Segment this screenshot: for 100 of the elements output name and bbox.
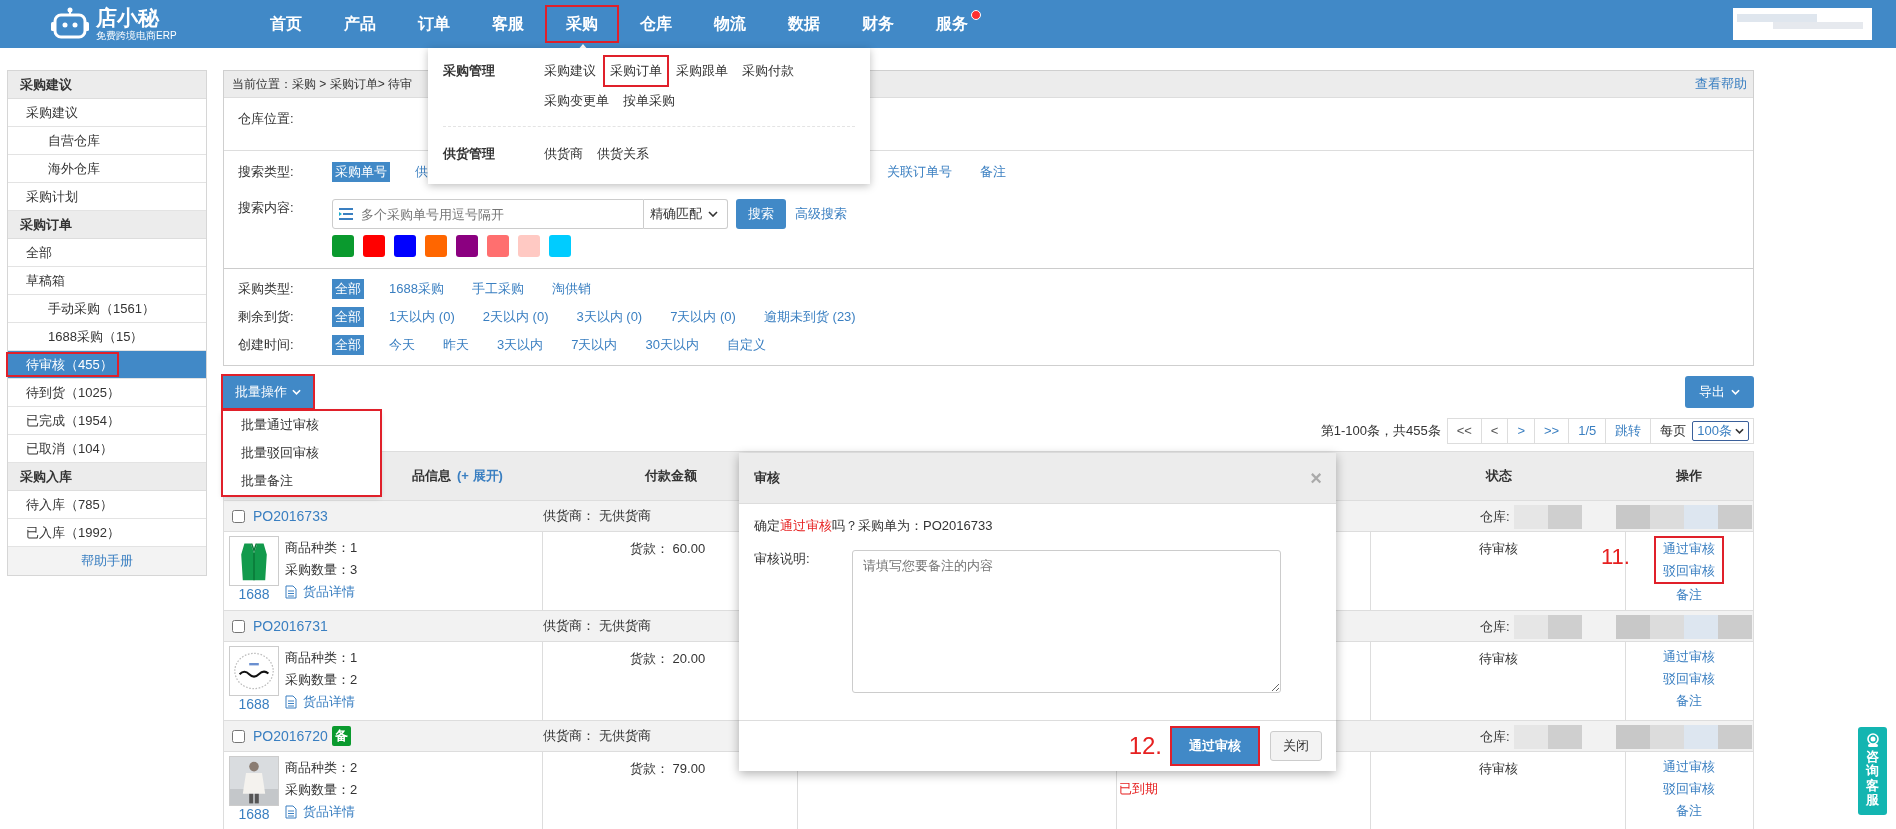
menu-item[interactable]: 采购付款 (736, 56, 800, 86)
search-field[interactable]: 多个采购单号用逗号隔开 (332, 199, 644, 229)
customer-service-tab[interactable]: 咨询客服 (1858, 727, 1887, 815)
nav-item[interactable]: 数据 (767, 5, 841, 43)
color-tag[interactable] (456, 235, 478, 257)
nav-item[interactable]: 物流 (693, 5, 767, 43)
filter-option[interactable]: 3天以内 (0) (573, 307, 646, 327)
filter-option[interactable]: 手工采购 (468, 279, 527, 299)
filter-option[interactable]: 全部 (332, 335, 364, 355)
filter-option[interactable]: 全部 (332, 279, 364, 299)
details-link[interactable]: 货品详情 (285, 803, 358, 820)
action-link[interactable]: 备注 (1669, 800, 1709, 822)
sidebar-item[interactable]: 海外仓库 (8, 155, 206, 183)
color-tag[interactable] (549, 235, 571, 257)
row-checkbox[interactable] (232, 619, 245, 633)
sidebar-item[interactable]: 草稿箱 (8, 267, 206, 295)
help-link[interactable]: 查看帮助 (1695, 75, 1747, 93)
row-checkbox[interactable] (232, 729, 245, 743)
export-button[interactable]: 导出 (1685, 376, 1754, 408)
filter-option[interactable]: 3天以内 (494, 335, 547, 355)
details-link[interactable]: 货品详情 (285, 693, 358, 710)
menu-item[interactable]: 采购建议 (538, 56, 602, 86)
pagination-button[interactable]: 1/5 (1569, 419, 1607, 443)
pagination-button[interactable]: > (1508, 419, 1536, 443)
batch-actions-button[interactable]: 批量操作 (223, 376, 313, 408)
nav-item[interactable]: 服务 (915, 5, 989, 43)
per-page-select[interactable]: 100条 (1692, 421, 1749, 441)
note-field[interactable]: 请填写您要备注的内容 (852, 550, 1281, 693)
order-number-link[interactable]: PO2016733 (253, 508, 328, 524)
filter-option[interactable]: 全部 (332, 307, 364, 327)
action-link[interactable]: 备注 (1669, 584, 1709, 606)
color-tag[interactable] (518, 235, 540, 257)
sidebar-item[interactable]: 待入库（785） (8, 491, 206, 519)
filter-option[interactable]: 1688采购 (386, 279, 447, 299)
pagination-button[interactable]: 跳转 (1606, 419, 1652, 443)
note-badge: 备 (331, 726, 351, 746)
nav-item[interactable]: 首页 (249, 5, 323, 43)
close-button[interactable]: 关闭 (1270, 731, 1322, 761)
menu-item[interactable]: 采购订单 (604, 56, 668, 86)
source-link[interactable]: 1688 (238, 586, 270, 602)
filter-option[interactable]: 昨天 (440, 335, 472, 355)
pagination-button[interactable]: >> (1535, 419, 1570, 443)
filter-option[interactable]: 供 (412, 162, 431, 182)
nav-item[interactable]: 客服 (471, 5, 545, 43)
match-select[interactable]: 精确匹配 (644, 199, 728, 229)
color-tag[interactable] (425, 235, 447, 257)
sidebar-item[interactable]: 全部 (8, 239, 206, 267)
nav-item[interactable]: 财务 (841, 5, 915, 43)
help-link[interactable]: 帮助手册 (81, 553, 133, 568)
sidebar-item[interactable]: 自营仓库 (8, 127, 206, 155)
menu-item[interactable]: 采购变更单 (538, 86, 615, 116)
nav-item[interactable]: 采购 (545, 5, 619, 43)
sidebar-item[interactable]: 待审核（455） (8, 351, 206, 379)
filter-option[interactable]: 采购单号 (332, 162, 390, 182)
menu-item[interactable]: 供货商 (538, 139, 589, 169)
row-checkbox[interactable] (232, 509, 245, 523)
menu-item[interactable]: 采购跟单 (670, 56, 734, 86)
color-tag[interactable] (332, 235, 354, 257)
action-link[interactable]: 通过审核 (1654, 536, 1724, 560)
order-number-link[interactable]: PO2016731 (253, 618, 328, 634)
action-link[interactable]: 驳回审核 (1656, 668, 1722, 690)
menu-item[interactable]: 批量备注 (223, 467, 380, 495)
color-tag[interactable] (394, 235, 416, 257)
color-tag[interactable] (363, 235, 385, 257)
advanced-search-link[interactable]: 高级搜索 (795, 205, 847, 223)
approve-button[interactable]: 通过审核 (1170, 726, 1260, 766)
filter-option[interactable]: 2天以内 (0) (479, 307, 552, 327)
expand-link[interactable]: (+ 展开) (457, 467, 503, 485)
sidebar-item[interactable]: 待到货（1025） (8, 379, 206, 407)
source-link[interactable]: 1688 (238, 696, 270, 712)
nav-item[interactable]: 产品 (323, 5, 397, 43)
sidebar-item[interactable]: 手动采购（1561） (8, 295, 206, 323)
action-link[interactable]: 通过审核 (1656, 756, 1722, 778)
filter-option[interactable]: 备注 (977, 162, 1009, 182)
filter-option[interactable]: 逾期未到货 (23) (760, 307, 859, 327)
action-link[interactable]: 通过审核 (1656, 646, 1722, 668)
details-link[interactable]: 货品详情 (285, 583, 358, 600)
menu-item[interactable]: 批量通过审核 (223, 411, 380, 439)
search-button[interactable]: 搜索 (736, 199, 786, 229)
order-number-link[interactable]: PO2016720 (253, 728, 328, 744)
filter-option[interactable]: 淘供销 (548, 279, 594, 299)
sidebar-item[interactable]: 已完成（1954） (8, 407, 206, 435)
filter-option[interactable]: 30天以内 (642, 335, 702, 355)
filter-option[interactable]: 1天以内 (0) (386, 307, 458, 327)
nav-item[interactable]: 订单 (397, 5, 471, 43)
menu-item[interactable]: 批量驳回审核 (223, 439, 380, 467)
filter-option[interactable]: 7天以内 (568, 335, 621, 355)
sidebar-item[interactable]: 采购建议 (8, 99, 206, 127)
menu-item[interactable]: 按单采购 (617, 86, 681, 116)
action-link[interactable]: 驳回审核 (1654, 560, 1724, 584)
source-link[interactable]: 1688 (238, 806, 270, 822)
filter-option[interactable]: 7天以内 (0) (667, 307, 739, 327)
action-link[interactable]: 驳回审核 (1656, 778, 1722, 800)
nav-item[interactable]: 仓库 (619, 5, 693, 43)
filter-option[interactable]: 自定义 (723, 335, 769, 355)
menu-item[interactable]: 供货关系 (591, 139, 655, 169)
filter-option[interactable]: 关联订单号 (884, 162, 955, 182)
color-tag[interactable] (487, 235, 509, 257)
action-link[interactable]: 备注 (1669, 690, 1709, 712)
filter-option[interactable]: 今天 (386, 335, 418, 355)
